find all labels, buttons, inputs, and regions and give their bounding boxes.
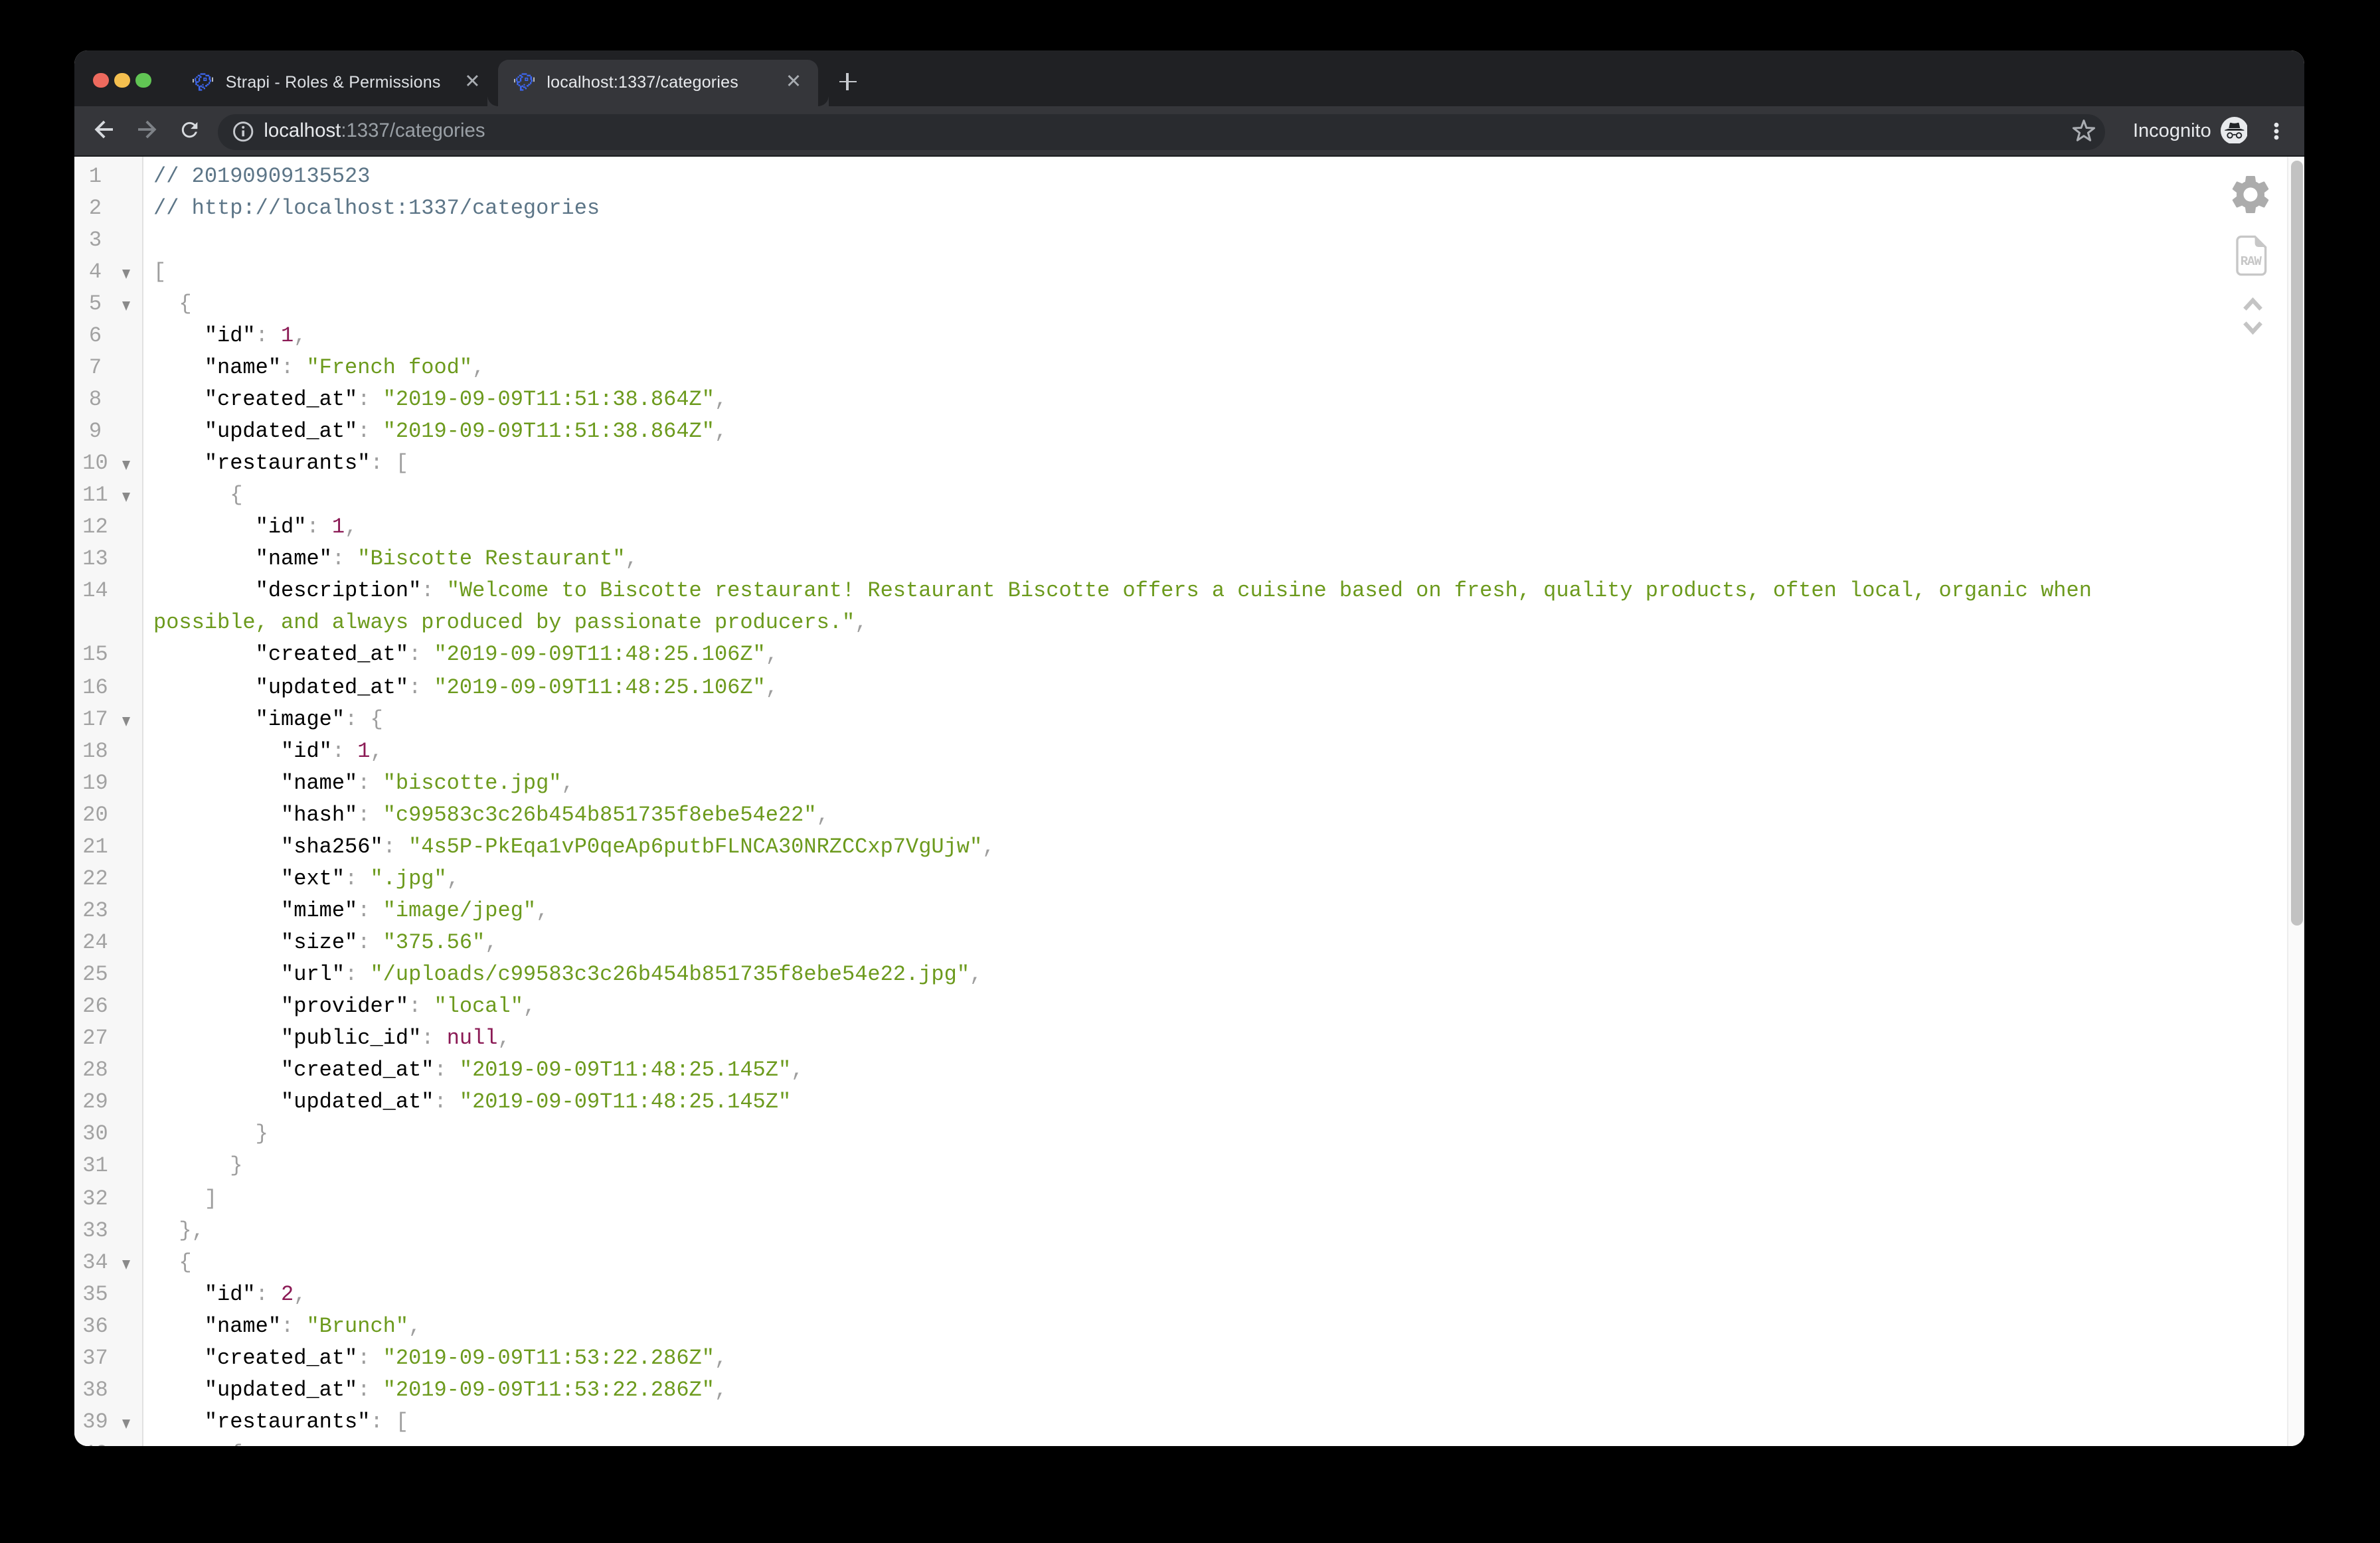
svg-text:RAW: RAW bbox=[2241, 254, 2262, 268]
